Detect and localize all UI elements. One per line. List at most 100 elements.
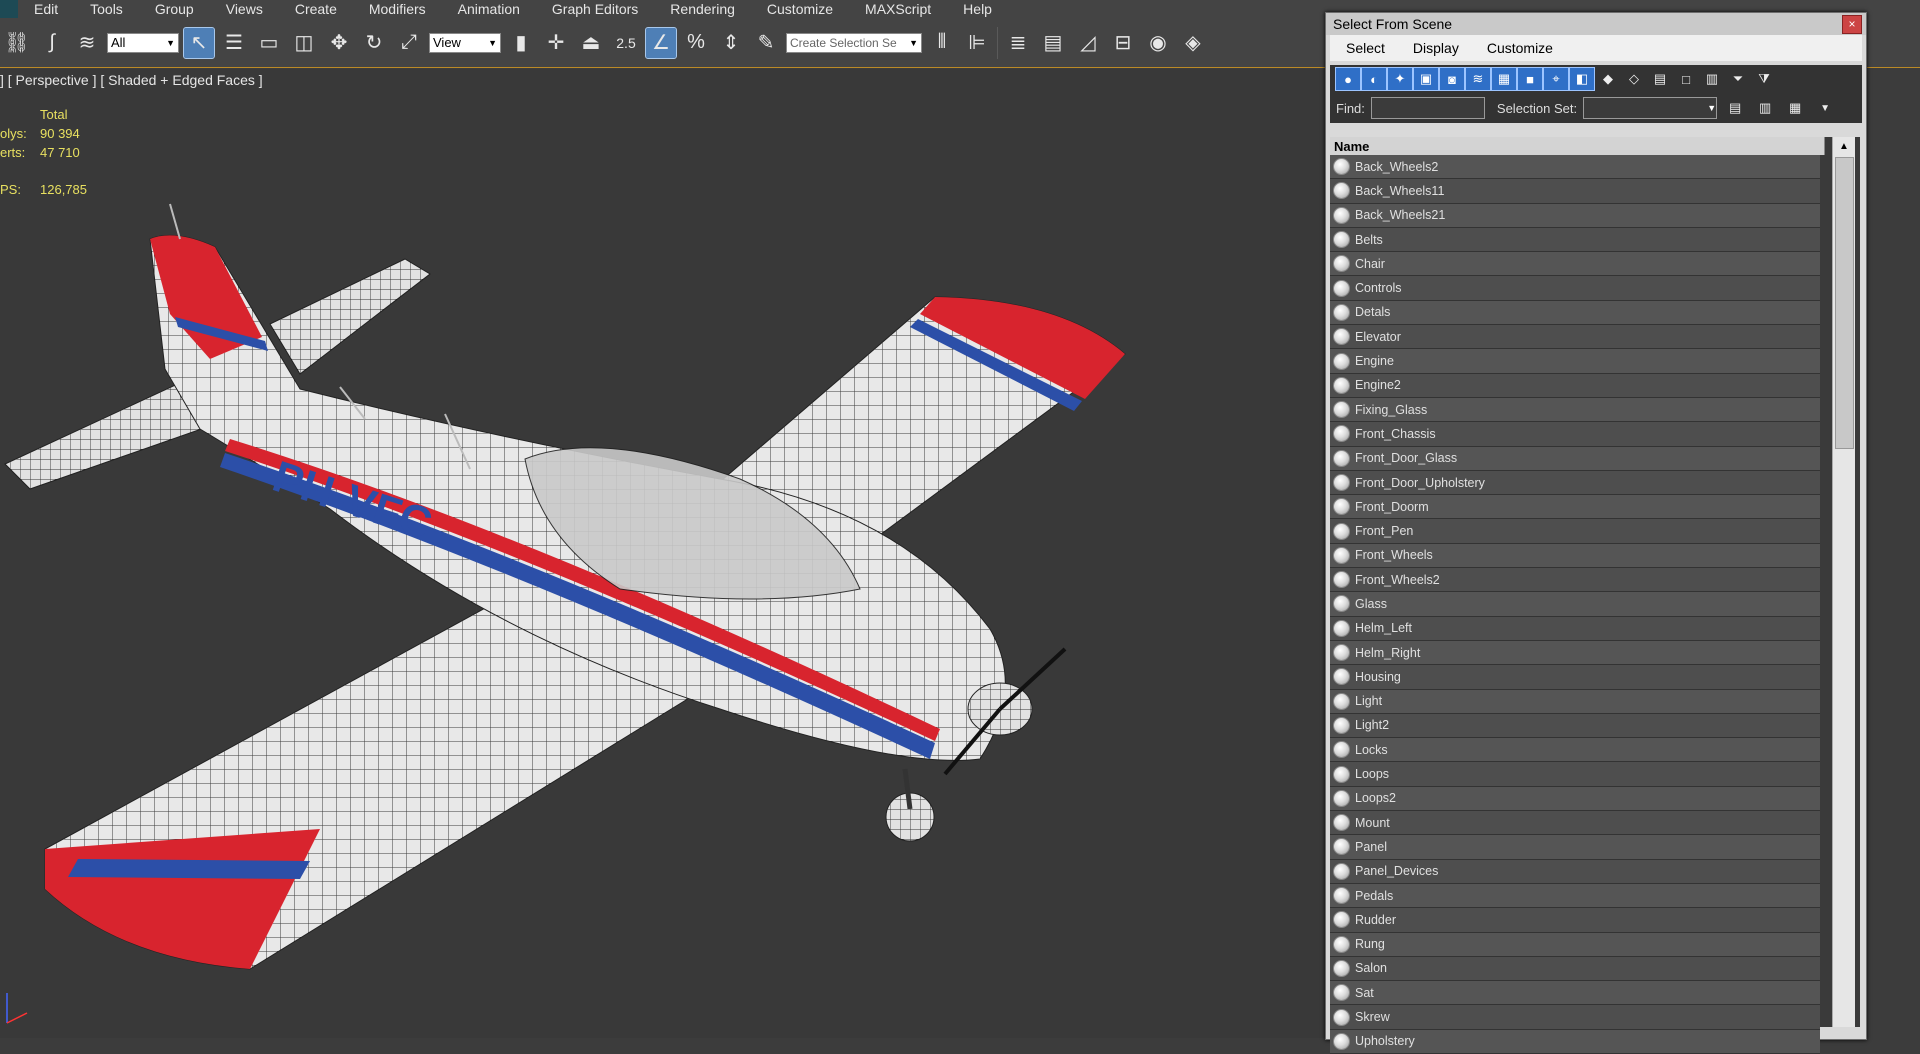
list-item[interactable]: Elevator xyxy=(1330,325,1820,350)
list-item[interactable]: Loops2 xyxy=(1330,786,1820,812)
display-lights-icon[interactable]: ✦ xyxy=(1387,67,1413,91)
display-groups-icon[interactable]: ▦ xyxy=(1491,67,1517,91)
named-selection-set-dropdown[interactable]: Create Selection Se ▼ xyxy=(786,32,922,53)
pivot-center-icon[interactable]: ▮ xyxy=(506,28,536,58)
list-item[interactable]: Back_Wheels2 xyxy=(1330,155,1820,180)
display-geometry-icon[interactable]: ● xyxy=(1335,67,1361,91)
menu-graph-editors[interactable]: Graph Editors xyxy=(536,0,654,18)
list-item[interactable]: Housing xyxy=(1330,665,1820,690)
list-item[interactable]: Upholstery xyxy=(1330,1029,1820,1054)
list-item[interactable]: Back_Wheels11 xyxy=(1330,179,1820,204)
list-item[interactable]: Back_Wheels21 xyxy=(1330,203,1820,228)
move-icon[interactable]: ✥ xyxy=(324,28,354,58)
list-item[interactable]: Belts xyxy=(1330,227,1820,253)
list-item[interactable]: Salon xyxy=(1330,956,1820,982)
angle-snap-icon[interactable]: ∠ xyxy=(645,26,677,59)
list-item[interactable]: Helm_Left xyxy=(1330,616,1820,641)
align-icon[interactable]: ⊫ xyxy=(962,28,992,58)
menu-edit[interactable]: Edit xyxy=(18,0,74,18)
menu-rendering[interactable]: Rendering xyxy=(654,0,751,18)
list-item[interactable]: Detals xyxy=(1330,300,1820,326)
viewport-label[interactable]: ] [ Perspective ] [ Shaded + Edged Faces… xyxy=(0,72,263,88)
spinner-snap-icon[interactable]: ⇕ xyxy=(716,28,746,58)
perspective-viewport[interactable]: PH-VFC ] [ Perspective ] [ Shaded + Edge… xyxy=(0,69,1325,1038)
scroll-thumb[interactable] xyxy=(1835,157,1854,449)
menu-group[interactable]: Group xyxy=(139,0,210,18)
list-item[interactable]: Panel_Devices xyxy=(1330,859,1820,884)
graphite-tools-icon[interactable]: ▤ xyxy=(1038,28,1068,58)
list-item[interactable]: Front_Door_Upholstery xyxy=(1330,470,1820,496)
percent-snap-icon[interactable]: % xyxy=(681,28,711,58)
find-input[interactable] xyxy=(1370,97,1485,119)
list-item[interactable]: Fixing_Glass xyxy=(1330,397,1820,423)
select-object-icon[interactable]: ↖ xyxy=(183,26,215,59)
dialog-menu-select[interactable]: Select xyxy=(1330,40,1397,56)
edit-named-selection-icon[interactable]: ✎ xyxy=(751,28,781,58)
menu-views[interactable]: Views xyxy=(210,0,279,18)
selection-set-dropdown[interactable]: ▼ xyxy=(1583,97,1718,119)
scroll-up-arrow-icon[interactable]: ▲ xyxy=(1833,137,1855,155)
rectangle-selection-icon[interactable]: ▭ xyxy=(254,28,284,58)
name-column-header[interactable]: Name xyxy=(1330,137,1825,155)
display-xrefs-icon[interactable]: ■ xyxy=(1517,67,1543,91)
mirror-icon[interactable]: ⫴ xyxy=(927,28,957,58)
list-item[interactable]: Light xyxy=(1330,689,1820,714)
menu-maxscript[interactable]: MAXScript xyxy=(849,0,947,18)
options-chevron-icon[interactable]: ▼ xyxy=(1813,97,1837,119)
list-item[interactable]: Rudder xyxy=(1330,908,1820,933)
list-item[interactable]: Rung xyxy=(1330,932,1820,957)
remove-selection-set-icon[interactable]: ▦ xyxy=(1783,97,1807,119)
display-shapes-icon[interactable]: ◐ xyxy=(1361,67,1387,91)
select-manipulate-icon[interactable]: ✛ xyxy=(541,28,571,58)
bind-space-warp-icon[interactable]: ≋ xyxy=(72,28,102,58)
close-button[interactable]: × xyxy=(1842,14,1862,34)
dialog-menu-display[interactable]: Display xyxy=(1397,40,1471,56)
curve-editor-icon[interactable]: ◿ xyxy=(1073,28,1103,58)
list-scrollbar[interactable]: ▲ xyxy=(1832,137,1855,1027)
list-item[interactable]: Controls xyxy=(1330,276,1820,301)
list-item[interactable]: Front_Door_Glass xyxy=(1330,446,1820,471)
list-item[interactable]: Sat xyxy=(1330,981,1820,1006)
display-all-icon[interactable]: ▤ xyxy=(1648,68,1672,90)
display-spacewarps-icon[interactable]: ≋ xyxy=(1465,67,1491,91)
list-item[interactable]: Locks xyxy=(1330,738,1820,763)
edit-selection-set-icon[interactable]: ▥ xyxy=(1753,97,1777,119)
display-bones-icon[interactable]: ⌖ xyxy=(1543,67,1569,91)
filter-settings-icon[interactable]: ⧩ xyxy=(1752,68,1776,90)
display-containers-icon[interactable]: ◧ xyxy=(1569,67,1595,91)
add-selection-set-icon[interactable]: ▤ xyxy=(1723,97,1747,119)
scale-icon[interactable]: ⤢ xyxy=(394,28,424,58)
render-setup-icon[interactable]: ◈ xyxy=(1178,28,1208,58)
list-item[interactable]: Mount xyxy=(1330,811,1820,836)
dialog-menu-customize[interactable]: Customize xyxy=(1471,40,1565,56)
list-item[interactable]: Front_Chassis xyxy=(1330,422,1820,447)
material-editor-icon[interactable]: ◉ xyxy=(1143,28,1173,58)
unlink-icon[interactable]: ∫ xyxy=(37,28,67,58)
list-item[interactable]: Loops xyxy=(1330,762,1820,787)
rotate-icon[interactable]: ↻ xyxy=(359,28,389,58)
list-item[interactable]: Glass xyxy=(1330,592,1820,617)
filter-icon[interactable]: ⏷ xyxy=(1726,68,1750,90)
display-hidden-icon[interactable]: ◇ xyxy=(1622,68,1646,90)
display-none-icon[interactable]: □ xyxy=(1674,68,1698,90)
list-item[interactable]: Front_Pen xyxy=(1330,519,1820,544)
display-helpers-icon[interactable]: ◙ xyxy=(1439,67,1465,91)
window-crossing-icon[interactable]: ◫ xyxy=(289,28,319,58)
list-item[interactable]: Chair xyxy=(1330,252,1820,277)
keyboard-shortcut-override-icon[interactable]: ⏏ xyxy=(576,28,606,58)
list-item[interactable]: Pedals xyxy=(1330,883,1820,909)
list-item[interactable]: Front_Doorm xyxy=(1330,495,1820,520)
list-item[interactable]: Engine2 xyxy=(1330,373,1820,398)
display-frozen-icon[interactable]: ◆ xyxy=(1596,68,1620,90)
display-invert-icon[interactable]: ▥ xyxy=(1700,68,1724,90)
link-icon[interactable]: ⛓ xyxy=(2,28,32,58)
menu-tools[interactable]: Tools xyxy=(74,0,139,18)
snaps-toggle-icon[interactable]: 2.5 xyxy=(611,28,641,58)
layer-manager-icon[interactable]: ≣ xyxy=(1003,28,1033,58)
menu-help[interactable]: Help xyxy=(947,0,1008,18)
menu-create[interactable]: Create xyxy=(279,0,353,18)
menu-customize[interactable]: Customize xyxy=(751,0,849,18)
list-item[interactable]: Skrew xyxy=(1330,1005,1820,1030)
reference-coordinate-dropdown[interactable]: View ▼ xyxy=(429,32,501,53)
menu-animation[interactable]: Animation xyxy=(442,0,536,18)
